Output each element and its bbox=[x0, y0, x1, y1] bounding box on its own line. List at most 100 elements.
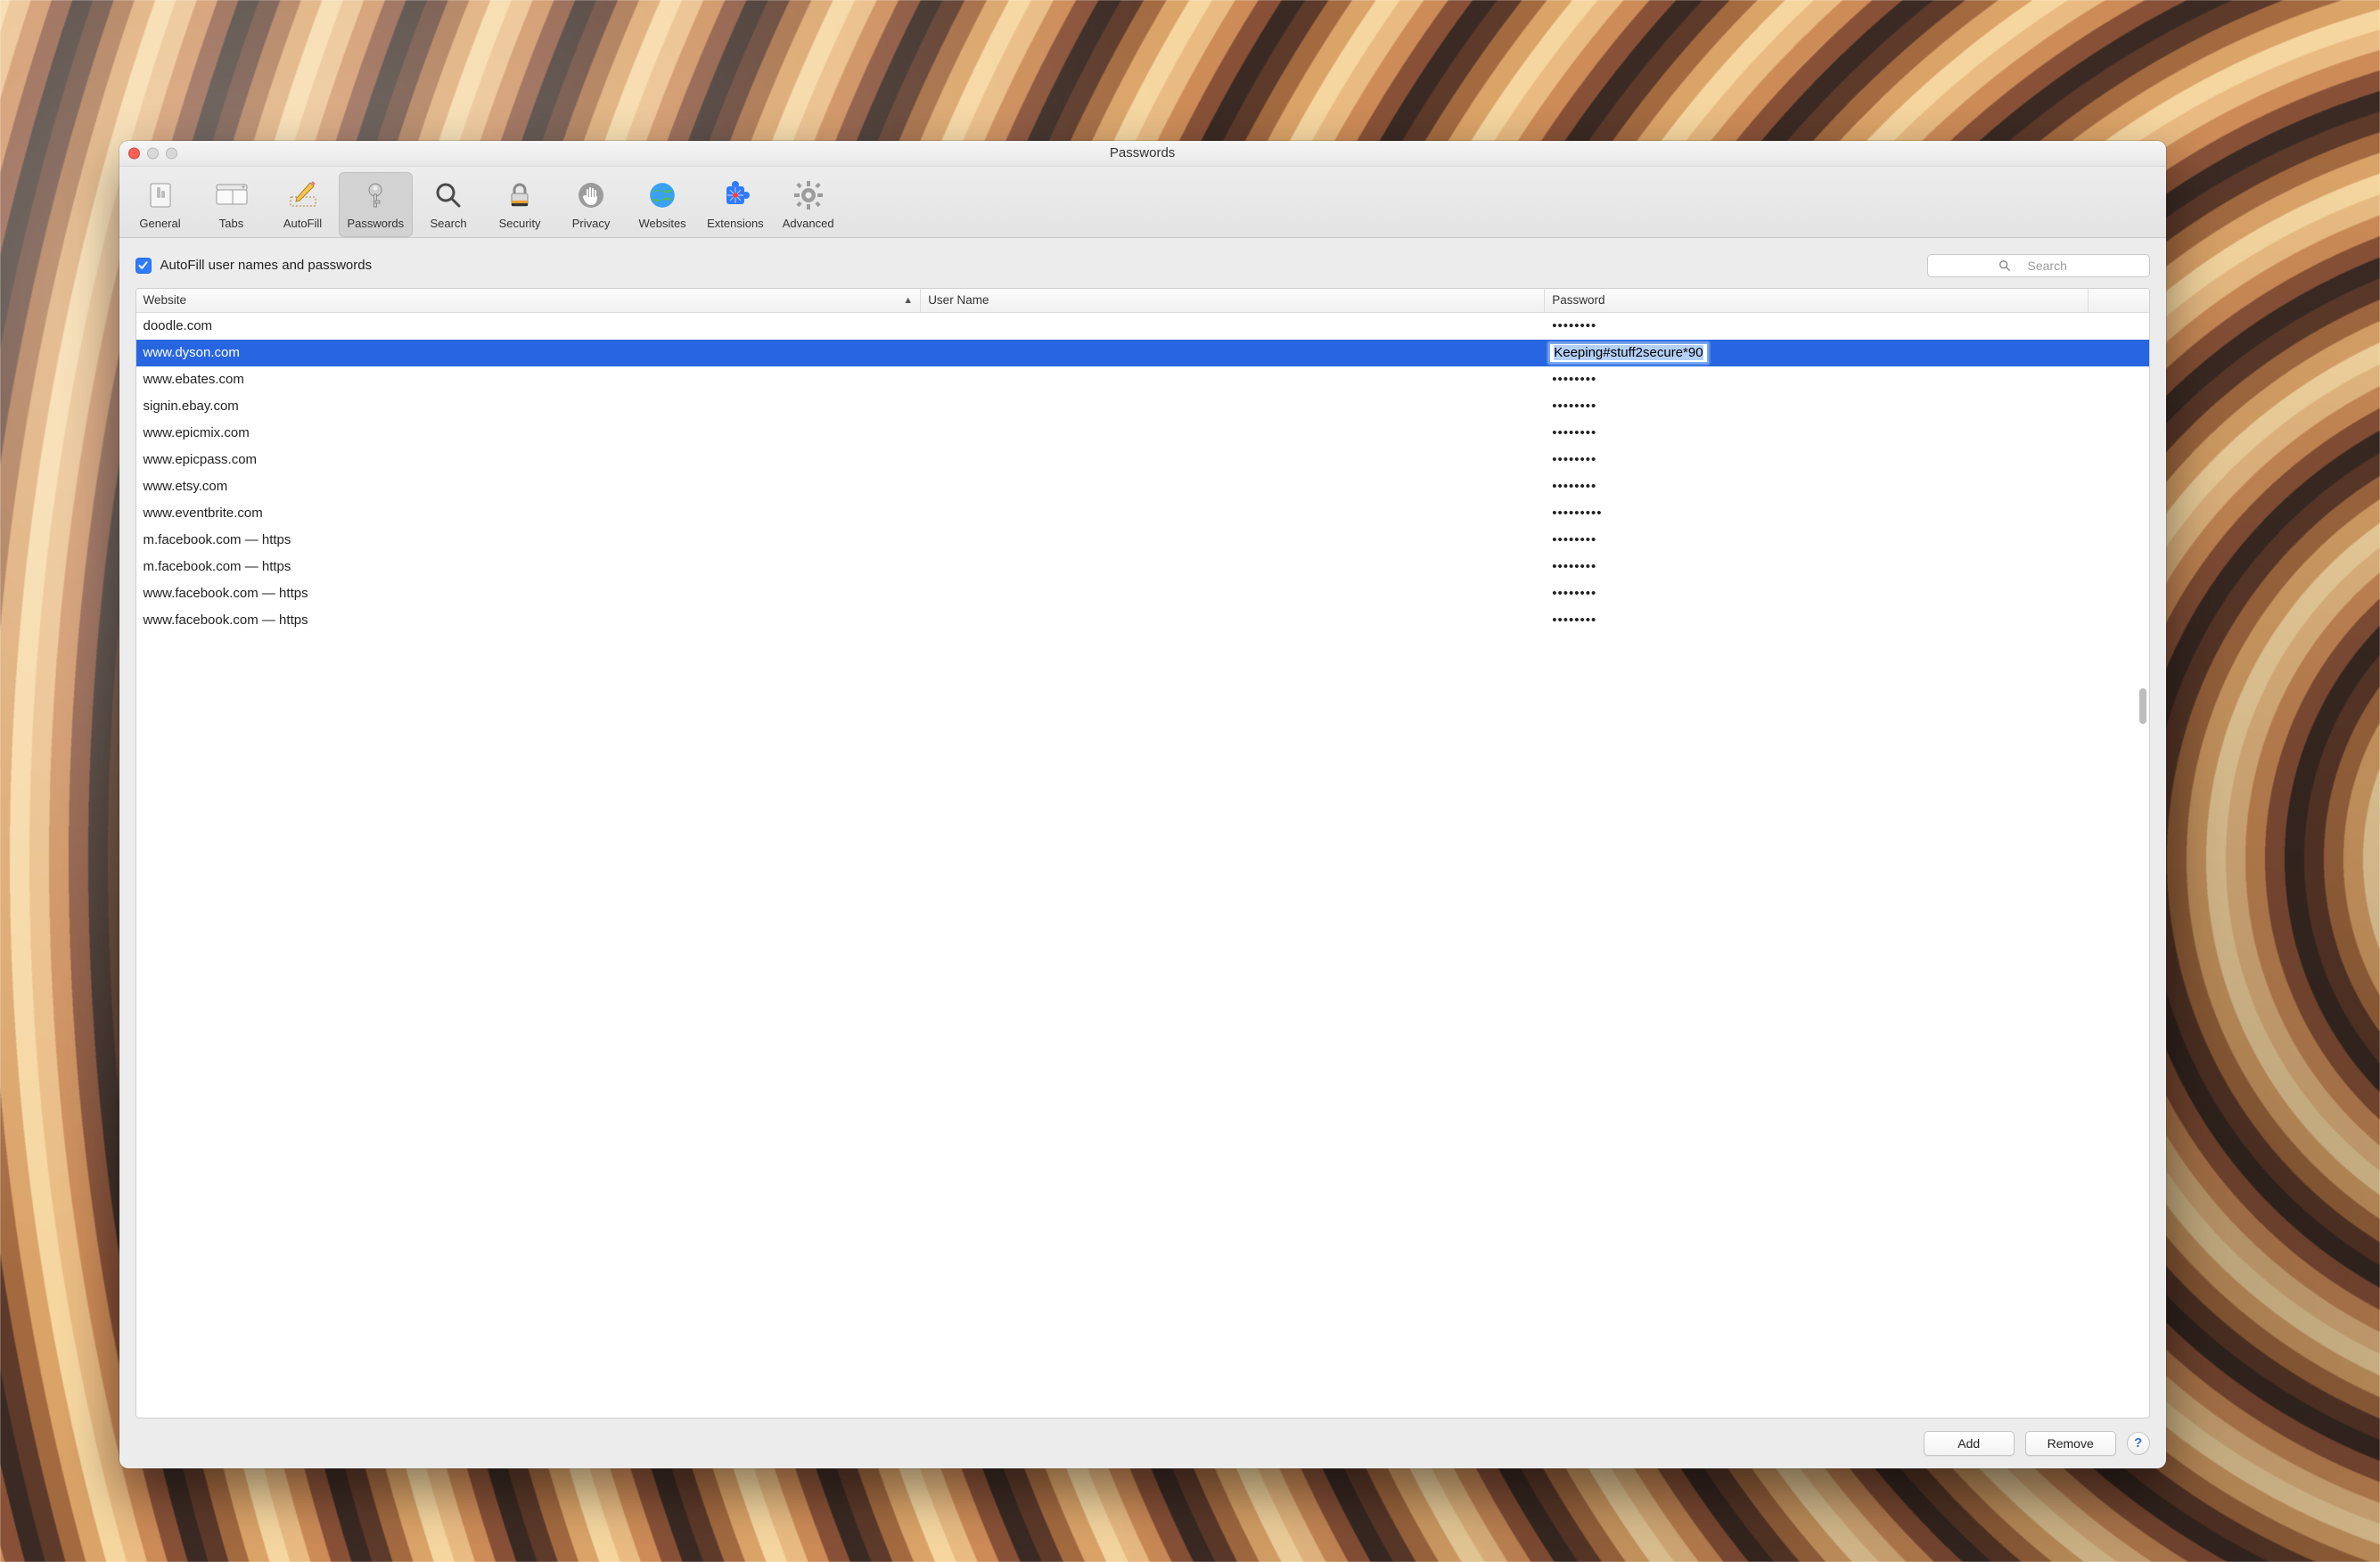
tab-label: AutoFill bbox=[283, 217, 322, 230]
cell-password: •••••••• bbox=[1545, 366, 2089, 393]
gear-icon bbox=[791, 177, 826, 213]
tab-search[interactable]: Search bbox=[413, 172, 484, 237]
column-label: Password bbox=[1552, 293, 1604, 307]
column-header-spacer bbox=[2089, 289, 2149, 312]
titlebar[interactable]: Passwords bbox=[119, 141, 2166, 167]
cell-password: ••••••••• bbox=[1545, 500, 2089, 527]
globe-icon bbox=[644, 177, 680, 213]
bottom-bar: Add Remove ? bbox=[135, 1418, 2150, 1456]
key-icon bbox=[357, 177, 393, 213]
tab-label: Security bbox=[499, 217, 541, 230]
column-header-username[interactable]: User Name bbox=[921, 289, 1545, 312]
cell-spacer bbox=[2089, 473, 2149, 500]
table-row[interactable]: m.facebook.com — https•••••••• bbox=[136, 554, 2149, 580]
puzzle-icon bbox=[718, 177, 753, 213]
minimize-window-button[interactable] bbox=[147, 147, 159, 159]
search-field-wrap bbox=[1927, 254, 2150, 277]
cell-spacer bbox=[2089, 527, 2149, 554]
cell-spacer bbox=[2089, 393, 2149, 420]
cell-password: •••••••• bbox=[1545, 607, 2089, 634]
cell-username bbox=[921, 473, 1545, 500]
column-label: User Name bbox=[928, 293, 989, 307]
cell-username bbox=[921, 420, 1545, 447]
cell-website: www.etsy.com bbox=[136, 473, 922, 500]
close-window-button[interactable] bbox=[128, 147, 140, 159]
cell-spacer bbox=[2089, 340, 2149, 366]
tab-passwords[interactable]: Passwords bbox=[339, 172, 414, 237]
table-row[interactable]: www.facebook.com — https •••••••• bbox=[136, 607, 2149, 634]
cell-password: •••••••• bbox=[1545, 527, 2089, 554]
cell-username bbox=[921, 527, 1545, 554]
cell-username bbox=[921, 366, 1545, 393]
search-icon bbox=[431, 177, 466, 213]
tab-autofill[interactable]: AutoFill bbox=[267, 172, 339, 237]
tab-advanced[interactable]: Advanced bbox=[773, 172, 844, 237]
cell-spacer bbox=[2089, 554, 2149, 580]
cell-username bbox=[921, 607, 1545, 634]
table-row[interactable]: www.dyson.com Keeping#stuff2secure*90 bbox=[136, 340, 2149, 366]
cell-website: m.facebook.com — https bbox=[136, 554, 922, 580]
table-row[interactable]: www.etsy.com•••••••• bbox=[136, 473, 2149, 500]
cell-username bbox=[921, 580, 1545, 607]
cell-password: •••••••• bbox=[1545, 420, 2089, 447]
cell-website: www.ebates.com bbox=[136, 366, 922, 393]
tab-label: Websites bbox=[638, 217, 685, 230]
cell-website: m.facebook.com — https bbox=[136, 527, 922, 554]
table-row[interactable]: signin.ebay.com •••••••• bbox=[136, 393, 2149, 420]
password-edit-field[interactable]: Keeping#stuff2secure*90 bbox=[1548, 342, 1708, 364]
table-row[interactable]: www.eventbrite.com ••••••••• bbox=[136, 500, 2149, 527]
passwords-table: Website ▲ User Name Password doodle.com•… bbox=[135, 288, 2150, 1418]
cell-website: www.facebook.com — https bbox=[136, 607, 922, 634]
window-title: Passwords bbox=[1110, 145, 1175, 160]
tab-privacy[interactable]: Privacy bbox=[555, 172, 627, 237]
table-header: Website ▲ User Name Password bbox=[136, 289, 2149, 313]
preferences-toolbar: General + Tabs AutoFill bbox=[119, 167, 2166, 238]
add-button[interactable]: Add bbox=[1924, 1431, 2015, 1456]
tab-label: Privacy bbox=[572, 217, 611, 230]
table-row[interactable]: www.facebook.com — https•••••••• bbox=[136, 580, 2149, 607]
cell-website: www.eventbrite.com bbox=[136, 500, 922, 527]
cell-spacer bbox=[2089, 580, 2149, 607]
window-controls bbox=[128, 147, 177, 159]
cell-username bbox=[921, 554, 1545, 580]
column-header-website[interactable]: Website ▲ bbox=[136, 289, 922, 312]
hand-icon bbox=[573, 177, 609, 213]
remove-button[interactable]: Remove bbox=[2025, 1431, 2116, 1456]
cell-username bbox=[921, 313, 1545, 340]
cell-spacer bbox=[2089, 607, 2149, 634]
tab-tabs[interactable]: + Tabs bbox=[196, 172, 267, 237]
table-row[interactable]: www.ebates.com •••••••• bbox=[136, 366, 2149, 393]
cell-spacer bbox=[2089, 447, 2149, 473]
autofill-label: AutoFill user names and passwords bbox=[160, 258, 373, 273]
cell-spacer bbox=[2089, 313, 2149, 340]
table-row[interactable]: m.facebook.com — https •••••••• bbox=[136, 527, 2149, 554]
tab-label: Tabs bbox=[219, 217, 243, 230]
table-body[interactable]: doodle.com••••••••www.dyson.com Keeping#s… bbox=[136, 313, 2149, 1418]
cell-username bbox=[921, 393, 1545, 420]
content-pane: AutoFill user names and passwords Websit… bbox=[119, 238, 2166, 1468]
table-row[interactable]: doodle.com•••••••• bbox=[136, 313, 2149, 340]
cell-password[interactable]: Keeping#stuff2secure*90 bbox=[1545, 340, 2089, 366]
column-label: Website bbox=[144, 293, 187, 307]
tab-extensions[interactable]: Extensions bbox=[698, 172, 773, 237]
zoom-window-button[interactable] bbox=[166, 147, 177, 159]
search-input[interactable] bbox=[1927, 254, 2150, 277]
cell-password: •••••••• bbox=[1545, 393, 2089, 420]
tab-label: Search bbox=[430, 217, 466, 230]
column-header-password[interactable]: Password bbox=[1545, 289, 2089, 312]
tab-websites[interactable]: Websites bbox=[627, 172, 698, 237]
tab-label: General bbox=[139, 217, 180, 230]
tab-general[interactable]: General bbox=[125, 172, 196, 237]
table-row[interactable]: www.epicmix.com•••••••• bbox=[136, 420, 2149, 447]
scrollbar-thumb[interactable] bbox=[2139, 688, 2146, 724]
autofill-checkbox[interactable] bbox=[135, 258, 152, 274]
tabs-icon: + bbox=[214, 177, 250, 213]
tab-security[interactable]: Security bbox=[484, 172, 555, 237]
cell-website: signin.ebay.com bbox=[136, 393, 922, 420]
cell-spacer bbox=[2089, 500, 2149, 527]
cell-username bbox=[921, 500, 1545, 527]
cell-website: www.dyson.com bbox=[136, 340, 922, 366]
cell-spacer bbox=[2089, 366, 2149, 393]
help-button[interactable]: ? bbox=[2127, 1432, 2150, 1455]
table-row[interactable]: www.epicpass.com•••••••• bbox=[136, 447, 2149, 473]
